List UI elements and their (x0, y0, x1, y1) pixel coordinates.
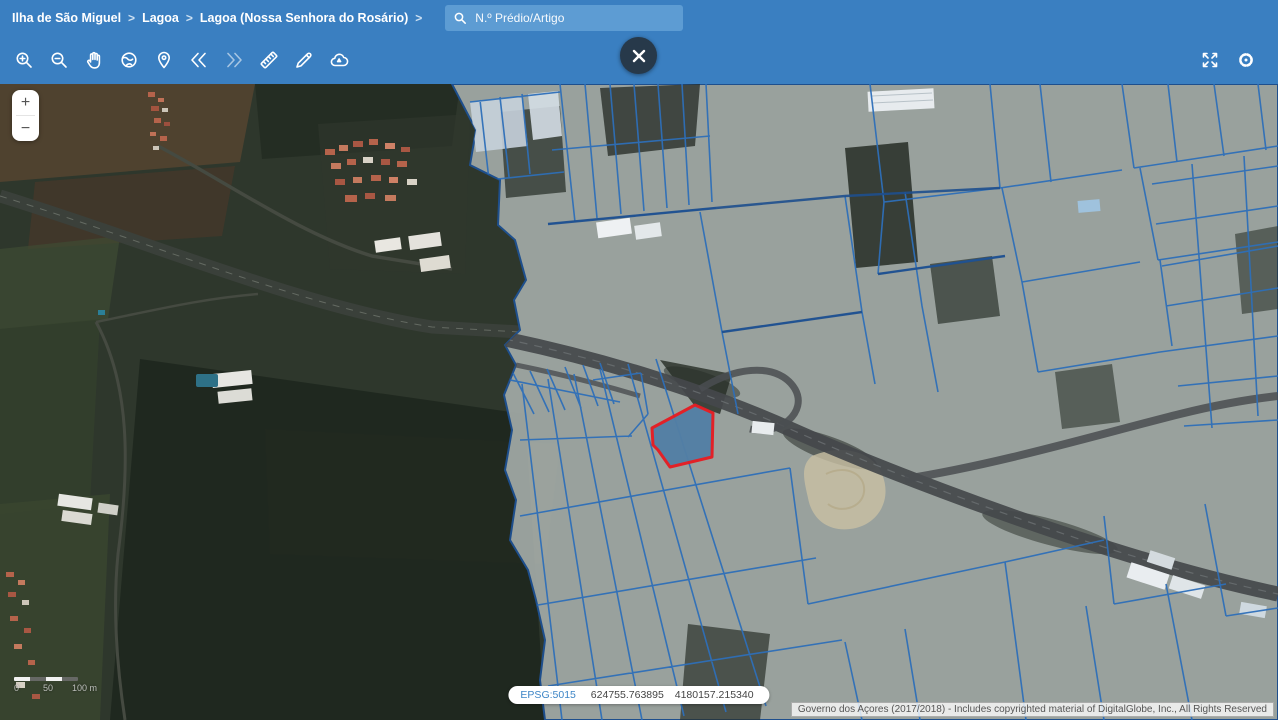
scale-bar-labels: 0 50 100 m (14, 683, 110, 694)
close-icon (621, 38, 657, 74)
toolbar-right-group (1192, 36, 1264, 84)
zoom-in-button[interactable]: + (12, 90, 39, 115)
search-input[interactable] (473, 10, 675, 26)
scale-bar: 0 50 100 m (14, 677, 110, 694)
breadcrumb: Ilha de São Miguel > Lagoa > Lagoa (Noss… (0, 0, 1278, 36)
northing-value: 4180157.215340 (675, 689, 754, 701)
globe-icon[interactable] (117, 48, 141, 72)
breadcrumb-separator: > (186, 11, 193, 25)
cloud-export-icon[interactable] (327, 48, 351, 72)
scale-label: 100 m (72, 683, 97, 693)
easting-value: 624755.763895 (591, 689, 664, 701)
epsg-code[interactable]: EPSG:5015 (520, 689, 575, 701)
breadcrumb-separator: > (128, 11, 135, 25)
scale-bar-segments (14, 677, 78, 681)
zoom-out-button[interactable]: − (12, 116, 39, 141)
zoom-out-icon[interactable] (47, 48, 71, 72)
coordinate-status-bar: EPSG:5015 624755.763895 4180157.215340 (508, 686, 769, 704)
location-pin-icon[interactable] (152, 48, 176, 72)
breadcrumb-parish[interactable]: Lagoa (Nossa Senhora do Rosário) (200, 11, 408, 25)
search-icon (453, 11, 467, 25)
zoom-in-icon[interactable] (12, 48, 36, 72)
settings-gear-icon[interactable] (1234, 48, 1258, 72)
map-attribution: Governo dos Açores (2017/2018) - Include… (791, 702, 1274, 717)
zoom-control: + − (12, 90, 39, 141)
parcel-search-box[interactable] (445, 5, 683, 31)
close-button[interactable] (620, 37, 657, 74)
scale-label: 50 (43, 683, 53, 693)
previous-extent-icon[interactable] (187, 48, 211, 72)
measure-ruler-icon[interactable] (257, 48, 281, 72)
next-extent-icon[interactable] (222, 48, 246, 72)
breadcrumb-separator: > (415, 11, 422, 25)
breadcrumb-municipality[interactable]: Lagoa (142, 11, 179, 25)
fullscreen-expand-icon[interactable] (1198, 48, 1222, 72)
scale-label: 0 (14, 683, 19, 693)
cadastre-overlay (452, 84, 1278, 720)
map-canvas[interactable] (0, 84, 1278, 720)
breadcrumb-island[interactable]: Ilha de São Miguel (12, 11, 121, 25)
draw-pencil-icon[interactable] (292, 48, 316, 72)
pan-hand-icon[interactable] (82, 48, 106, 72)
